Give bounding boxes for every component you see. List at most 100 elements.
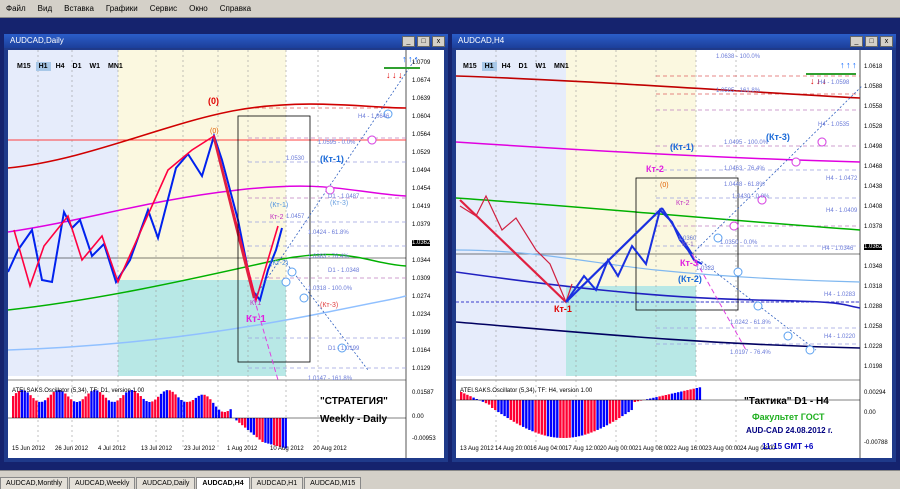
price-tick-label: 1.0674 (412, 78, 430, 84)
h4-title-text: AUDCAD,H4 (458, 36, 504, 45)
ann-kt3-top: (Кт-3) (766, 132, 790, 142)
daily-timeframe-bar: M15 H1 H4 D1 W1 MN1 (14, 62, 126, 71)
osc-tick-label: -0.00953 (412, 436, 436, 442)
osc-bar (276, 418, 278, 446)
daily-chart-area[interactable]: ↑↑↑↓↓↓ M15 H1 H4 D1 W1 MN1 1.07091.06741… (8, 50, 444, 458)
osc-bar (151, 401, 153, 418)
h4-chart-window: AUDCAD,H4 _ □ x ↑↑↑↓↓↓ M15 H1 H4 D1 W1 M… (452, 34, 896, 462)
tf-d1[interactable]: D1 (516, 62, 531, 71)
osc-bar (18, 391, 20, 418)
price-tick-label: 1.0318 (864, 284, 882, 290)
osc-bar (235, 418, 237, 420)
level-circle (784, 332, 792, 340)
osc-bar (590, 400, 592, 433)
fib-label: 1.0383 - 76.4% (308, 254, 349, 260)
osc-bar (244, 418, 246, 428)
osc-bar (270, 418, 272, 444)
osc-bar (531, 400, 533, 431)
tf-m15[interactable]: M15 (14, 62, 34, 71)
close-button[interactable]: x (432, 36, 445, 47)
osc-bar (148, 402, 150, 418)
ann-kt1: (Кт-1) (670, 142, 694, 152)
osc-bar (693, 389, 695, 400)
osc-bar (61, 391, 63, 418)
osc-bar (497, 400, 499, 412)
minimize-button[interactable]: _ (402, 36, 415, 47)
minimize-button[interactable]: _ (850, 36, 863, 47)
osc-bar (12, 396, 14, 418)
time-tick-label: 26 Jun 2012 (55, 446, 88, 452)
osc-bar (56, 390, 58, 418)
menu-tools[interactable]: Сервис (144, 4, 183, 13)
osc-bar (624, 400, 626, 414)
tf-h1[interactable]: H1 (482, 62, 497, 71)
osc-bar (615, 400, 617, 420)
level-circle (806, 346, 814, 354)
osc-bar (562, 400, 564, 438)
tab-daily[interactable]: AUDCAD,Daily (136, 477, 195, 489)
osc-bar (82, 399, 84, 418)
h4-chart-area[interactable]: ↑↑↑↓↓↓ M15 H1 H4 D1 W1 MN1 1.06181.05881… (456, 50, 892, 458)
osc-bar (686, 390, 688, 400)
menu-window[interactable]: Окно (183, 4, 214, 13)
level-circle (754, 302, 762, 310)
osc-bar (143, 399, 145, 418)
down-arrow-icon: ↓ (386, 70, 391, 80)
tf-w1[interactable]: W1 (532, 62, 549, 71)
menu-help[interactable]: Справка (214, 4, 257, 13)
price-tick-label: 1.0498 (864, 144, 882, 150)
osc-bar (183, 402, 185, 418)
menu-view[interactable]: Вид (32, 4, 58, 13)
level-circle (792, 158, 800, 166)
osc-bar (665, 395, 667, 400)
menu-insert[interactable]: Вставка (58, 4, 100, 13)
time-tick-label: 4 Jul 2012 (98, 446, 126, 452)
osc-bar (572, 400, 574, 437)
osc-bar (134, 391, 136, 418)
ann-faculty: Факультет ГОСТ (752, 412, 825, 422)
close-button[interactable]: x (880, 36, 893, 47)
price-tick-label: 1.0709 (412, 60, 430, 66)
fib-label: 1.0350 - 0.0% (720, 240, 757, 246)
maximize-button[interactable]: □ (865, 36, 878, 47)
fib-label: H4 - 1.0646 (358, 114, 389, 120)
osc-bar (683, 391, 685, 400)
tf-h1[interactable]: H1 (36, 62, 51, 71)
osc-bar (172, 392, 174, 418)
time-tick-label: 16 Aug 04:00 (530, 446, 565, 452)
maximize-button[interactable]: □ (417, 36, 430, 47)
osc-bar (522, 400, 524, 427)
tab-weekly[interactable]: AUDCAD,Weekly (69, 477, 135, 489)
tab-h1[interactable]: AUDCAD,H1 (251, 477, 303, 489)
tf-mn1[interactable]: MN1 (551, 62, 572, 71)
osc-bar (553, 400, 555, 437)
fib-label: H4 - 1.0472 (826, 176, 857, 182)
tab-h4[interactable]: AUDCAD,H4 (196, 477, 249, 489)
osc-bar (525, 400, 527, 428)
tf-h4[interactable]: H4 (53, 62, 68, 71)
tf-m15[interactable]: M15 (460, 62, 480, 71)
tf-mn1[interactable]: MN1 (105, 62, 126, 71)
price-tick-label: 1.0454 (412, 186, 430, 192)
osc-bar (282, 418, 284, 448)
tab-monthly[interactable]: AUDCAD,Monthly (0, 477, 68, 489)
tf-w1[interactable]: W1 (86, 62, 103, 71)
fib-label: H4 - 1.0220 (824, 334, 855, 340)
price-tick-label: 1.0438 (864, 184, 882, 190)
osc-bar (662, 396, 664, 400)
tf-d1[interactable]: D1 (70, 62, 85, 71)
osc-bar (90, 391, 92, 418)
daily-window-title: AUDCAD,Daily _ □ x (4, 34, 448, 48)
osc-bar (186, 402, 188, 418)
osc-bar (241, 418, 243, 425)
osc-bar (221, 412, 223, 418)
osc-bar (482, 400, 484, 402)
tab-m15[interactable]: AUDCAD,M15 (304, 477, 361, 489)
menu-charts[interactable]: Графики (100, 4, 144, 13)
osc-bar (259, 418, 261, 440)
osc-bar (510, 400, 512, 420)
ann-kt2-small: Кт-2 (676, 200, 690, 207)
tf-h4[interactable]: H4 (499, 62, 514, 71)
menu-file[interactable]: Файл (0, 4, 32, 13)
future-zone (286, 50, 406, 376)
